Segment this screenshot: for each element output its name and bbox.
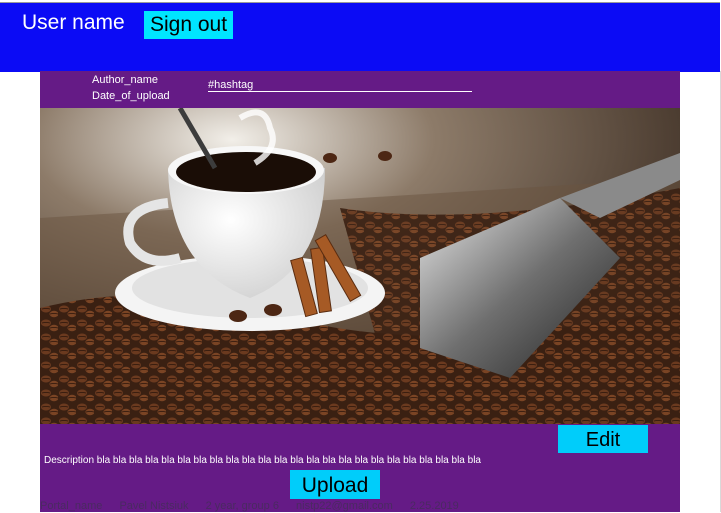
footer-date: 2.25.2019 [409,500,459,512]
hashtag-link[interactable]: #hashtag [208,79,472,92]
sign-out-button[interactable]: Sign out [144,11,234,39]
footer: Portal_name Pavel Nistsiuk 2 year, group… [40,499,473,513]
author-name: Author_name [92,74,159,86]
upload-button[interactable]: Upload [290,470,380,499]
post-description: Description bla bla bla bla bla bla bla … [44,455,481,466]
edit-button[interactable]: Edit [558,425,648,453]
post-image [40,108,680,424]
username-label: User name [22,11,125,34]
post-card: Author_name Date_of_upload #hashtag Edit… [40,71,680,512]
footer-author: Pavel Nistsiuk [119,500,189,512]
upload-date: Date_of_upload [92,90,170,102]
post-meta: Author_name Date_of_upload [92,72,170,104]
footer-email[interactable]: nistp22@gmail.com [296,500,393,512]
portal-name: Portal_name [40,500,103,512]
footer-group: 2 year, group 6 [205,500,279,512]
top-bar: User name Sign out [0,2,720,72]
